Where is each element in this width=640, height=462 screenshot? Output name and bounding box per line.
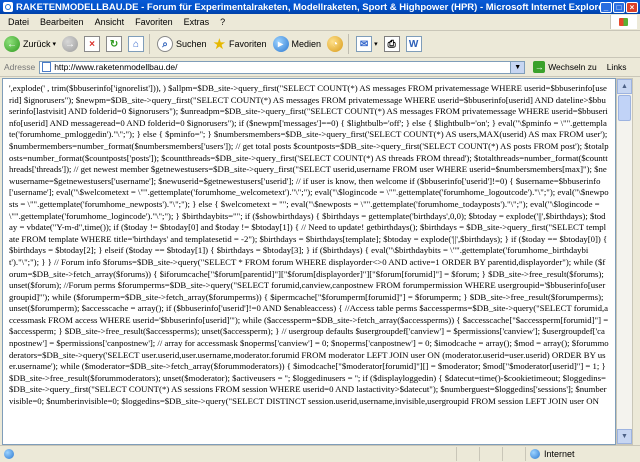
scroll-up-icon[interactable]: ▲ bbox=[617, 79, 632, 94]
go-arrow-icon: → bbox=[533, 61, 546, 73]
scroll-down-icon[interactable]: ▼ bbox=[617, 429, 632, 444]
menu-datei[interactable]: Datei bbox=[8, 17, 29, 27]
links-button[interactable]: Links bbox=[607, 62, 627, 72]
minimize-button[interactable]: _ bbox=[600, 1, 612, 13]
search-button[interactable]: ⌕ Suchen bbox=[155, 33, 209, 55]
security-zone: Internet bbox=[525, 447, 640, 461]
go-button[interactable]: → Wechseln zu bbox=[533, 61, 597, 73]
scroll-thumb[interactable] bbox=[618, 95, 631, 121]
status-cell bbox=[456, 447, 479, 461]
back-dropdown-icon[interactable]: ▾ bbox=[53, 40, 57, 48]
back-button[interactable]: ← Zurück ▾ bbox=[2, 33, 58, 55]
history-icon: ◔ bbox=[327, 36, 344, 52]
home-button[interactable]: ⌂ bbox=[126, 33, 146, 55]
refresh-button[interactable]: ↻ bbox=[104, 33, 124, 55]
search-icon: ⌕ bbox=[157, 36, 174, 52]
mail-button[interactable]: ✉ ▾ bbox=[354, 33, 380, 55]
media-icon: ▸ bbox=[272, 36, 289, 52]
zone-label: Internet bbox=[544, 449, 575, 459]
stop-button[interactable]: × bbox=[82, 33, 102, 55]
address-label: Adresse bbox=[4, 62, 36, 72]
forward-arrow-icon: → bbox=[62, 36, 79, 52]
print-button[interactable]: ⎙ bbox=[382, 33, 402, 55]
toolbar: ← Zurück ▾ → × ↻ ⌂ ⌕ Suchen ★ Favoriten … bbox=[0, 31, 640, 58]
menu-favoriten[interactable]: Favoriten bbox=[135, 17, 173, 27]
status-page-icon bbox=[4, 449, 14, 459]
status-cell bbox=[502, 447, 525, 461]
address-input[interactable]: http://www.raketenmodellbau.de/ bbox=[54, 62, 510, 72]
favorites-button[interactable]: ★ Favoriten bbox=[211, 33, 269, 55]
php-source-text: ',explode(' , trim($bbuserinfo['ignoreli… bbox=[9, 83, 609, 407]
stop-icon: × bbox=[84, 36, 101, 52]
home-icon: ⌂ bbox=[128, 36, 145, 52]
go-label: Wechseln zu bbox=[548, 62, 597, 72]
status-cell bbox=[479, 447, 502, 461]
window-title: RAKETENMODELLBAU.DE - Forum für Experime… bbox=[16, 1, 600, 13]
media-label: Medien bbox=[291, 39, 322, 49]
edit-icon: W bbox=[405, 36, 422, 52]
menu-bar: Datei Bearbeiten Ansicht Favoriten Extra… bbox=[0, 14, 640, 31]
maximize-button[interactable]: □ bbox=[613, 1, 625, 13]
address-field[interactable]: http://www.raketenmodellbau.de/ ▼ bbox=[39, 60, 526, 74]
address-bar: Adresse http://www.raketenmodellbau.de/ … bbox=[0, 58, 640, 77]
address-dropdown-icon[interactable]: ▼ bbox=[510, 61, 525, 73]
print-icon: ⎙ bbox=[383, 36, 400, 52]
refresh-icon: ↻ bbox=[106, 36, 123, 52]
favorites-label: Favoriten bbox=[229, 39, 267, 49]
close-button[interactable]: × bbox=[626, 1, 638, 13]
edit-button[interactable]: W bbox=[404, 33, 424, 55]
menu-help[interactable]: ? bbox=[220, 17, 225, 27]
star-icon: ★ bbox=[212, 36, 227, 53]
internet-zone-icon bbox=[530, 449, 540, 459]
toolbar-separator bbox=[348, 34, 350, 54]
vertical-scrollbar[interactable]: ▲ ▼ bbox=[616, 78, 633, 445]
page-content: ',explode(' , trim($bbuserinfo['ignoreli… bbox=[2, 78, 616, 445]
history-button[interactable]: ◔ bbox=[325, 33, 345, 55]
menu-ansicht[interactable]: Ansicht bbox=[95, 17, 125, 27]
media-button[interactable]: ▸ Medien bbox=[271, 33, 324, 55]
mail-icon: ✉ bbox=[356, 36, 373, 52]
windows-logo-icon bbox=[610, 15, 637, 29]
back-arrow-icon: ← bbox=[4, 36, 20, 52]
back-label: Zurück bbox=[23, 39, 51, 49]
search-label: Suchen bbox=[176, 39, 207, 49]
menu-bearbeiten[interactable]: Bearbeiten bbox=[40, 17, 84, 27]
status-bar: Internet bbox=[0, 445, 640, 462]
mail-dropdown-icon[interactable]: ▾ bbox=[374, 40, 378, 48]
ie-icon bbox=[3, 2, 13, 12]
page-icon bbox=[42, 62, 52, 72]
forward-button[interactable]: → bbox=[60, 33, 80, 55]
toolbar-separator bbox=[149, 34, 151, 54]
title-bar: RAKETENMODELLBAU.DE - Forum für Experime… bbox=[0, 0, 640, 14]
menu-extras[interactable]: Extras bbox=[184, 17, 210, 27]
